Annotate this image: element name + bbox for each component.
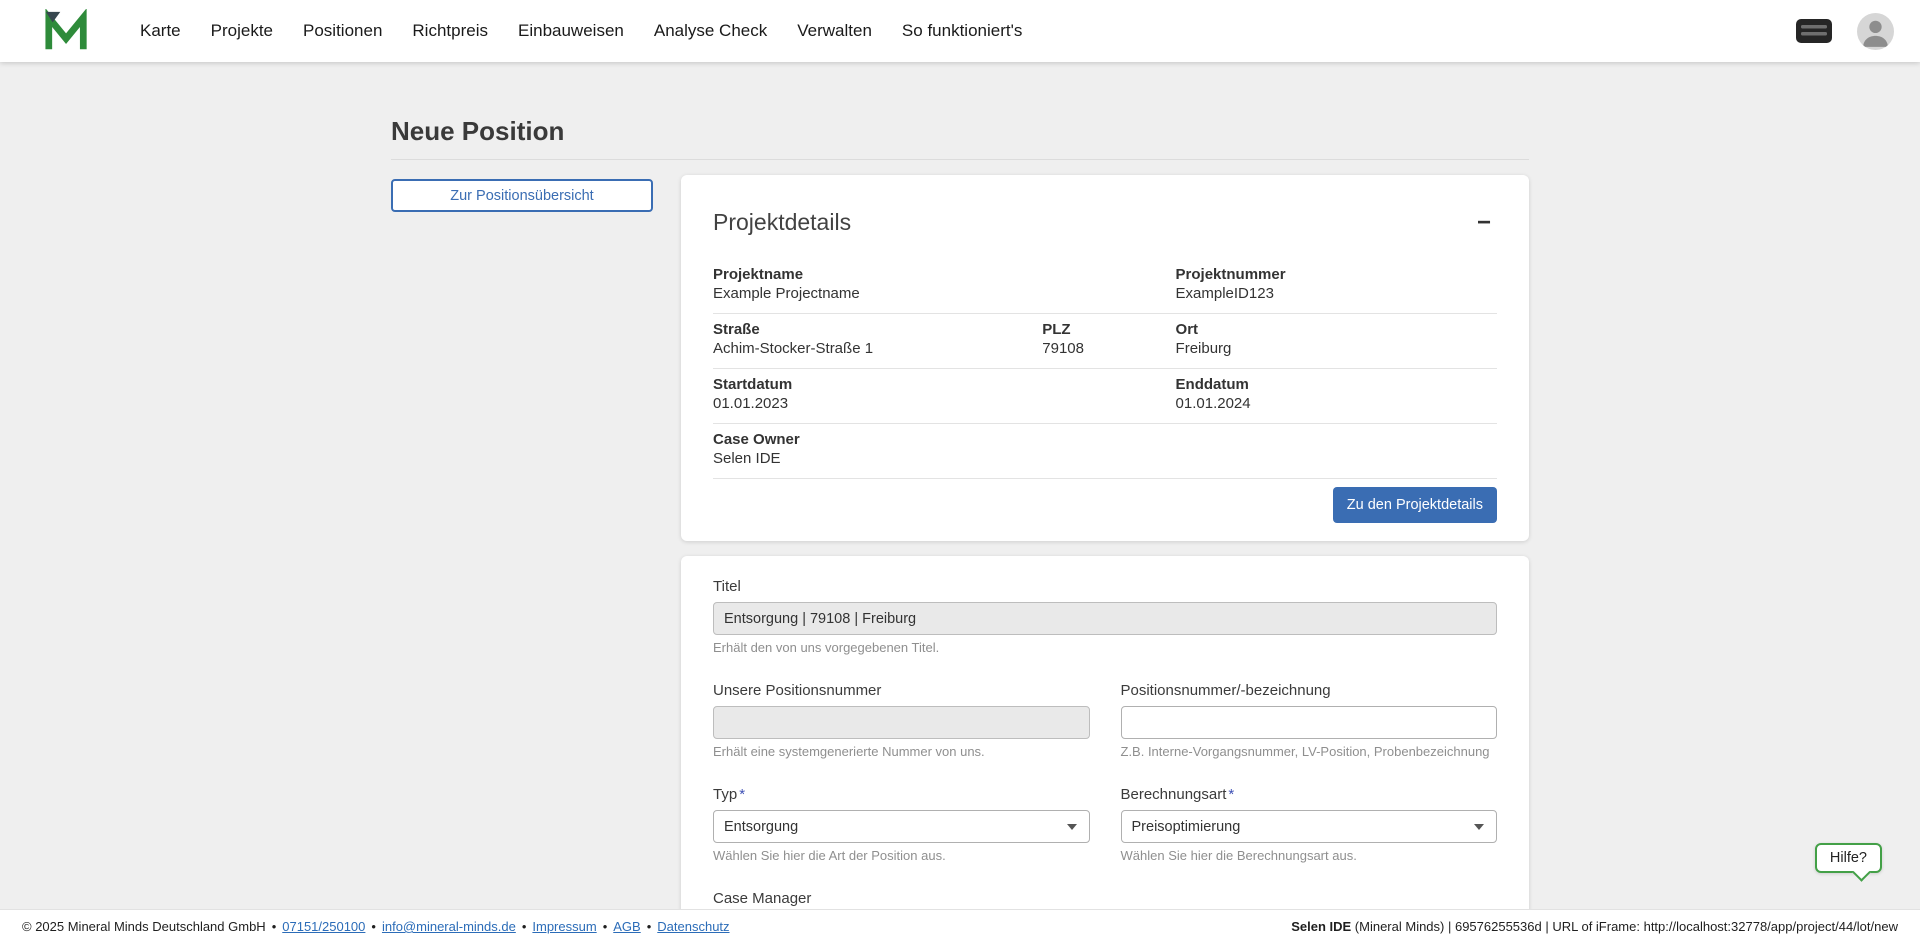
table-row: Case Owner Selen IDE <box>713 423 1497 479</box>
projektnummer-value: ExampleID123 <box>1175 285 1274 302</box>
nav-item-verwalten[interactable]: Verwalten <box>797 21 872 41</box>
back-to-positions-button[interactable]: Zur Positionsübersicht <box>391 179 653 212</box>
startdatum-label: Startdatum <box>713 376 793 393</box>
strasse-value: Achim-Stocker-Straße 1 <box>713 340 874 357</box>
right-column: Projektdetails − Projektname Example Pro… <box>681 175 1529 943</box>
case-manager-label: Case Manager <box>713 890 812 907</box>
typ-label: Typ * <box>713 786 746 803</box>
berechnungsart-select[interactable]: Preisoptimierung <box>1120 810 1497 843</box>
enddatum-label: Enddatum <box>1175 376 1249 393</box>
footer-session-info: Selen IDE (Mineral Minds) | 69576255536d… <box>1291 919 1898 934</box>
title-divider <box>391 159 1529 160</box>
nav-item-karte[interactable]: Karte <box>140 21 181 41</box>
separator: • <box>371 919 376 934</box>
user-avatar[interactable] <box>1857 12 1894 50</box>
unsere-positionsnummer-field-group: Unsere Positionsnummer Erhält eine syste… <box>713 682 1090 760</box>
separator: • <box>521 919 527 934</box>
footer-left: © 2025 Mineral Minds Deutschland GmbH • … <box>22 919 730 934</box>
footer: © 2025 Mineral Minds Deutschland GmbH • … <box>0 909 1920 943</box>
logo-mark-icon <box>45 9 87 50</box>
separator: • <box>271 919 277 934</box>
footer-user-name: Selen IDE <box>1291 919 1352 934</box>
unsere-positionsnummer-helper-text: Erhält eine systemgenerierte Nummer von … <box>713 744 985 759</box>
navbar-right <box>1795 12 1894 50</box>
case-owner-label: Case Owner <box>713 431 800 448</box>
ort-value: Freiburg <box>1175 340 1232 357</box>
titel-label: Titel <box>713 578 741 595</box>
berechnungsart-field-group: Berechnungsart * Preisoptimierung Wählen … <box>1120 786 1497 864</box>
projektname-label: Projektname <box>713 266 804 283</box>
server-icon[interactable] <box>1795 18 1833 44</box>
footer-link-phone[interactable]: 07151/250100 <box>282 919 365 934</box>
nav-item-einbauweisen[interactable]: Einbauweisen <box>518 21 624 41</box>
minus-icon: − <box>1476 209 1491 236</box>
help-button[interactable]: Hilfe? <box>1814 843 1882 873</box>
titel-field-group: Titel Erhält den von uns vorgegebenen Ti… <box>713 578 1497 656</box>
unsere-positionsnummer-input <box>713 706 1090 739</box>
ort-label: Ort <box>1175 321 1199 338</box>
footer-link-agb[interactable]: AGB <box>613 919 640 934</box>
project-details-title: Projektdetails <box>713 209 852 235</box>
titel-input <box>713 602 1497 635</box>
plz-value: 79108 <box>1042 340 1084 357</box>
chevron-down-icon <box>1066 823 1077 830</box>
berechnungsart-helper-text: Wählen Sie hier die Berechnungsart aus. <box>1120 848 1357 863</box>
titel-helper-text: Erhält den von uns vorgegebenen Titel. <box>713 640 940 655</box>
nav-item-positionen[interactable]: Positionen <box>303 21 382 41</box>
separator: • <box>602 919 608 934</box>
collapse-project-details-button[interactable]: − <box>1471 209 1497 237</box>
case-owner-value: Selen IDE <box>713 450 781 467</box>
footer-link-impressum[interactable]: Impressum <box>532 919 596 934</box>
required-asterisk: * <box>739 786 746 803</box>
nav-links: Karte Projekte Positionen Richtpreis Ein… <box>140 21 1022 41</box>
table-row: Startdatum 01.01.2023 Enddatum 01.01.202… <box>713 368 1497 424</box>
footer-link-datenschutz[interactable]: Datenschutz <box>657 919 729 934</box>
nav-item-so-funktionierts[interactable]: So funktioniert's <box>902 21 1022 41</box>
nav-item-analyse-check[interactable]: Analyse Check <box>654 21 767 41</box>
projektnummer-label: Projektnummer <box>1175 266 1286 283</box>
startdatum-value: 01.01.2023 <box>713 395 789 412</box>
new-position-form-card: Titel Erhält den von uns vorgegebenen Ti… <box>681 556 1529 943</box>
project-details-table: Projektname Example Projectname Projektn… <box>713 259 1497 479</box>
footer-link-email[interactable]: info@mineral-minds.de <box>382 919 516 934</box>
table-row: Straße Achim-Stocker-Straße 1 PLZ 79108 … <box>713 313 1497 369</box>
strasse-label: Straße <box>713 321 760 338</box>
go-to-project-details-button[interactable]: Zu den Projektdetails <box>1332 487 1497 523</box>
main-content: Neue Position Zur Positionsübersicht Pro… <box>0 62 1920 943</box>
positionsnummer-input[interactable] <box>1120 706 1497 739</box>
table-row: Projektname Example Projectname Projektn… <box>713 259 1497 314</box>
berechnungsart-select-value: Preisoptimierung <box>1131 818 1241 835</box>
positionsnummer-helper-text: Z.B. Interne-Vorgangsnummer, LV-Position… <box>1120 744 1490 759</box>
enddatum-value: 01.01.2024 <box>1175 395 1251 412</box>
required-asterisk: * <box>1228 786 1235 803</box>
mineral-minds-logo[interactable] <box>44 8 92 54</box>
typ-select-value: Entsorgung <box>724 818 799 835</box>
left-column: Zur Positionsübersicht <box>391 175 653 212</box>
person-icon <box>1863 20 1888 47</box>
top-navbar: Karte Projekte Positionen Richtpreis Ein… <box>0 0 1920 62</box>
footer-session-details: (Mineral Minds) | 69576255536d | URL of … <box>1351 919 1898 934</box>
separator: • <box>646 919 652 934</box>
nav-item-projekte[interactable]: Projekte <box>211 21 273 41</box>
typ-field-group: Typ * Entsorgung Wählen Sie hier die Art … <box>713 786 1090 864</box>
positionsnummer-label: Positionsnummer/-bezeichnung <box>1120 682 1331 699</box>
typ-select[interactable]: Entsorgung <box>713 810 1090 843</box>
berechnungsart-label: Berechnungsart * <box>1120 786 1235 803</box>
copyright-text: © 2025 Mineral Minds Deutschland GmbH <box>22 919 266 934</box>
project-details-card: Projektdetails − Projektname Example Pro… <box>681 175 1529 541</box>
positionsnummer-field-group: Positionsnummer/-bezeichnung Z.B. Intern… <box>1120 682 1497 760</box>
chevron-down-icon <box>1474 823 1484 830</box>
unsere-positionsnummer-label: Unsere Positionsnummer <box>713 682 882 699</box>
nav-item-richtpreis[interactable]: Richtpreis <box>412 21 488 41</box>
typ-helper-text: Wählen Sie hier die Art der Position aus… <box>713 848 946 863</box>
page-title: Neue Position <box>391 116 565 146</box>
projektname-value: Example Projectname <box>713 285 860 302</box>
plz-label: PLZ <box>1042 321 1071 338</box>
